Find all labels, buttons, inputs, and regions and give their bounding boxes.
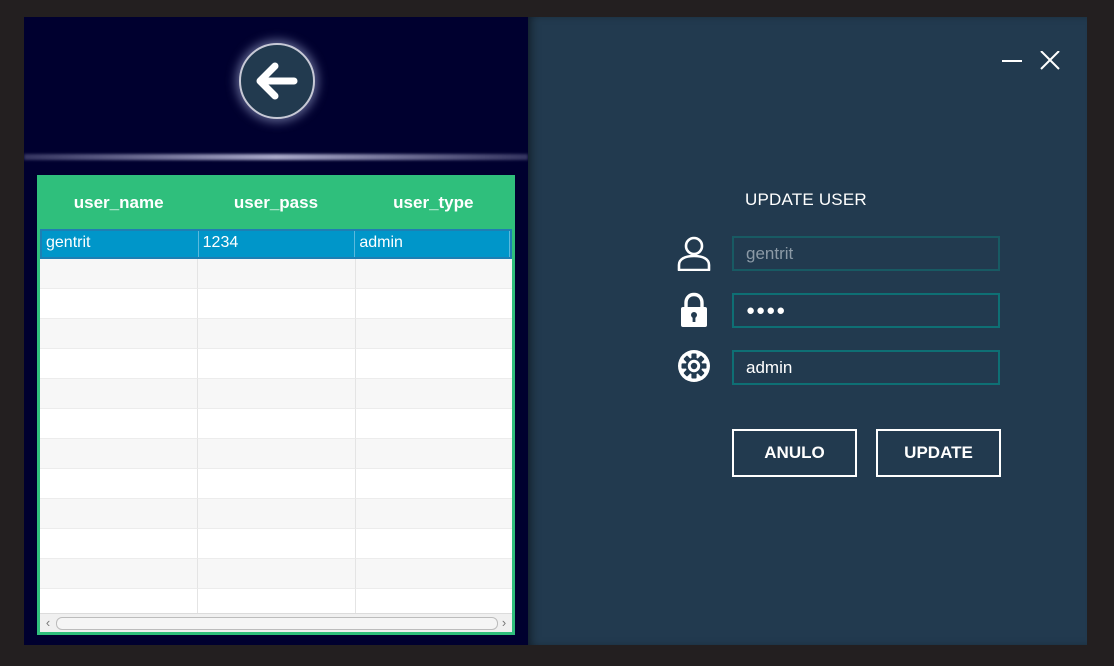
table-cell-user-name [40, 439, 198, 469]
table-cell-user-name [40, 589, 198, 613]
column-header-user-type[interactable]: user_type [355, 175, 512, 229]
cancel-button[interactable]: ANULO [732, 429, 857, 477]
table-row[interactable] [40, 559, 512, 589]
table-cell-user-type [356, 349, 512, 379]
column-header-user-name[interactable]: user_name [40, 175, 197, 229]
gear-icon [678, 350, 710, 382]
table-row[interactable] [40, 349, 512, 379]
minimize-button[interactable] [1000, 51, 1024, 71]
table-cell-user-pass [198, 409, 356, 439]
table-cell-user-name [40, 529, 198, 559]
table-cell-user-pass [198, 259, 356, 289]
table-cell-user-name [40, 289, 198, 319]
user-type-field[interactable]: admin [732, 350, 1000, 385]
lock-icon [681, 292, 707, 327]
table-cell-user-type [356, 259, 512, 289]
table-cell-user-type [356, 589, 512, 613]
table-cell-user-pass [198, 289, 356, 319]
table-cell-user-name [40, 559, 198, 589]
table-cell-user-type [356, 529, 512, 559]
scrollbar-thumb[interactable] [56, 617, 498, 630]
users-table: user_name user_pass user_type gentrit 123… [37, 175, 515, 635]
password-field[interactable]: ●●●● [732, 293, 1000, 328]
table-row[interactable] [40, 319, 512, 349]
table-header: user_name user_pass user_type [40, 175, 512, 229]
table-cell-user-pass [198, 319, 356, 349]
table-cell-user-pass [198, 589, 356, 613]
table-cell-user-pass [198, 529, 356, 559]
user-icon [677, 236, 711, 271]
table-cell-user-name [40, 259, 198, 289]
update-button[interactable]: UPDATE [876, 429, 1001, 477]
form-title: UPDATE USER [745, 190, 867, 209]
table-cell-user-pass: 1234 [199, 231, 356, 257]
table-cell-user-name [40, 379, 198, 409]
table-row[interactable] [40, 409, 512, 439]
table-cell-user-name [40, 409, 198, 439]
username-field[interactable]: gentrit [732, 236, 1000, 271]
table-row[interactable] [40, 589, 512, 613]
table-cell-user-type [356, 409, 512, 439]
table-cell-user-type [356, 439, 512, 469]
table-cell-user-type [356, 469, 512, 499]
left-panel: user_name user_pass user_type gentrit 123… [24, 17, 528, 645]
header-divider [24, 154, 528, 160]
table-row[interactable] [40, 439, 512, 469]
close-icon [1040, 50, 1060, 70]
table-cell-user-name [40, 469, 198, 499]
table-cell-user-pass [198, 499, 356, 529]
table-row[interactable] [40, 379, 512, 409]
app-window: user_name user_pass user_type gentrit 123… [24, 17, 1087, 645]
back-button[interactable] [239, 43, 315, 119]
table-cell-user-type [356, 289, 512, 319]
table-cell-user-pass [198, 559, 356, 589]
minimize-icon [1002, 60, 1022, 62]
table-cell-user-type [356, 319, 512, 349]
table-cell-user-name [40, 349, 198, 379]
arrow-left-icon [256, 62, 298, 100]
table-row[interactable] [40, 289, 512, 319]
table-cell-user-pass [198, 349, 356, 379]
table-cell-user-pass [198, 469, 356, 499]
table-row[interactable] [40, 259, 512, 289]
table-cell-user-name [40, 319, 198, 349]
table-cell-user-pass [198, 439, 356, 469]
table-cell-user-pass [198, 379, 356, 409]
table-row[interactable] [40, 499, 512, 529]
table-row[interactable] [40, 529, 512, 559]
scroll-right-icon[interactable]: › [496, 615, 512, 631]
close-button[interactable] [1038, 50, 1062, 71]
right-panel: UPDATE USER gentrit ●●●● admin ANULO UPD… [528, 17, 1087, 645]
table-row[interactable]: gentrit 1234 admin [40, 229, 512, 259]
table-cell-user-type [356, 559, 512, 589]
horizontal-scrollbar[interactable]: ‹ › [40, 613, 512, 632]
scroll-left-icon[interactable]: ‹ [40, 615, 56, 631]
table-cell-user-name [40, 499, 198, 529]
table-body: gentrit 1234 admin [40, 229, 512, 613]
table-cell-user-type [356, 379, 512, 409]
table-cell-user-type [356, 499, 512, 529]
column-header-user-pass[interactable]: user_pass [197, 175, 354, 229]
table-row[interactable] [40, 469, 512, 499]
table-cell-user-name: gentrit [42, 231, 199, 257]
table-cell-user-type: admin [355, 231, 510, 257]
